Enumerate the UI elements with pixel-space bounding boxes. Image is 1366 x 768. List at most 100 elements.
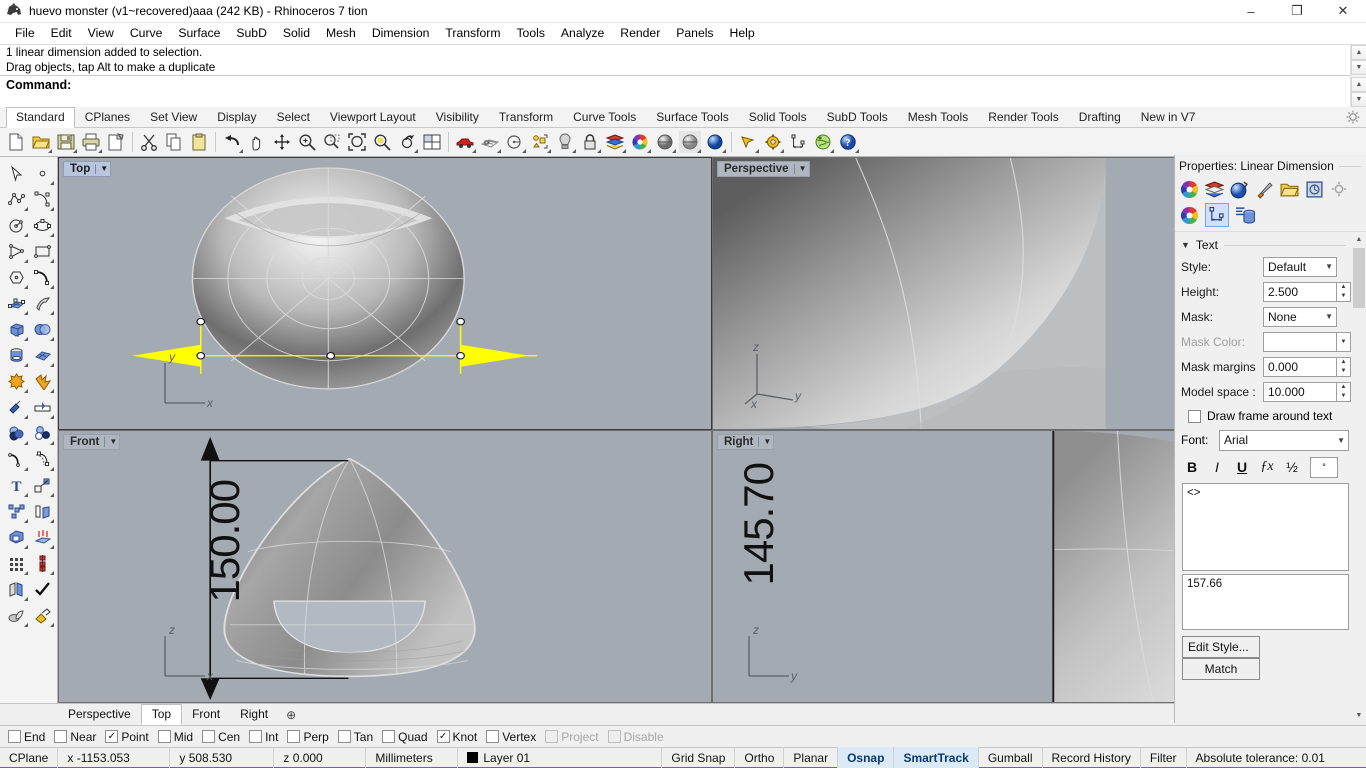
osnap-perp-checkbox[interactable] xyxy=(287,730,301,743)
point-icon[interactable] xyxy=(29,160,55,186)
scroll-up-icon[interactable]: ▲ xyxy=(1352,232,1366,247)
prompt-spin-up-icon[interactable]: ▲ xyxy=(1351,77,1366,92)
font-dropdown[interactable]: Arial ▼ xyxy=(1219,429,1349,451)
zoom-selected-icon[interactable] xyxy=(371,131,393,153)
osnap-tan-checkbox[interactable] xyxy=(337,730,351,743)
menu-file[interactable]: File xyxy=(7,24,43,43)
text-tool-icon[interactable]: T xyxy=(3,472,29,498)
object-snap-icon[interactable] xyxy=(529,131,551,153)
osnap-near[interactable]: Near xyxy=(54,730,96,744)
arc-icon[interactable] xyxy=(29,264,55,290)
toolbar-tab-viewport-layout[interactable]: Viewport Layout xyxy=(320,107,426,127)
mirror-icon[interactable] xyxy=(3,576,29,602)
mask-margins-stepper[interactable]: ▲ ▼ xyxy=(1337,356,1351,377)
toolbar-tab-subd-tools[interactable]: SubD Tools xyxy=(817,107,898,127)
shaded-sphere-icon[interactable] xyxy=(654,131,676,153)
viewport-label-top[interactable]: Top ▼ xyxy=(63,161,112,177)
osnap-cen[interactable]: Cen xyxy=(202,730,240,744)
offset-curve-icon[interactable] xyxy=(3,446,29,472)
toolbar-settings-gear-icon[interactable] xyxy=(1346,110,1360,127)
menu-analyze[interactable]: Analyze xyxy=(553,24,612,43)
render-paint-icon[interactable] xyxy=(29,602,55,628)
folder-icon[interactable] xyxy=(1278,178,1300,200)
sphere-boolean-icon[interactable] xyxy=(29,316,55,342)
menu-curve[interactable]: Curve xyxy=(122,24,171,43)
viewport-label-front[interactable]: Front ▼ xyxy=(63,434,121,450)
dimension-icon[interactable] xyxy=(787,131,809,153)
rendered-sphere-icon[interactable] xyxy=(704,131,726,153)
display-icon[interactable] xyxy=(1303,178,1325,200)
print-icon[interactable] xyxy=(80,131,102,153)
grid-snap-toggle[interactable]: Grid Snap xyxy=(662,746,736,768)
stepper-up-icon[interactable]: ▲ xyxy=(1337,283,1350,292)
scroll-down-icon[interactable]: ▼ xyxy=(1352,708,1366,723)
osnap-int-checkbox[interactable] xyxy=(249,730,263,743)
osnap-quad-checkbox[interactable] xyxy=(382,730,396,743)
layer-cell[interactable]: Layer 01 xyxy=(458,746,663,768)
zoom-window-icon[interactable] xyxy=(321,131,343,153)
boolean-difference-icon[interactable] xyxy=(29,420,55,446)
menu-help[interactable]: Help xyxy=(722,24,763,43)
new-file-icon[interactable] xyxy=(5,131,27,153)
color-wheel-icon[interactable] xyxy=(1178,178,1200,200)
maximize-button[interactable]: ❐ xyxy=(1274,0,1320,23)
units-cell[interactable]: Millimeters xyxy=(366,746,459,768)
close-button[interactable]: ✕ xyxy=(1320,0,1366,23)
array-icon[interactable] xyxy=(3,498,29,524)
mask-color-dropdown[interactable]: ▼ xyxy=(1337,331,1351,352)
arrow-select-icon[interactable] xyxy=(737,131,759,153)
color-wheel-icon[interactable] xyxy=(629,131,651,153)
filter-toggle[interactable]: Filter xyxy=(1141,746,1187,768)
curve-control-points-icon[interactable] xyxy=(29,186,55,212)
fillet-burst-icon[interactable] xyxy=(29,368,55,394)
circle-icon[interactable] xyxy=(3,212,29,238)
command-scrollbar[interactable]: ▲ ▼ ▲ ▼ xyxy=(1350,45,1366,107)
object-list-icon[interactable] xyxy=(1234,204,1256,226)
box-icon[interactable] xyxy=(3,316,29,342)
extrude-icon[interactable] xyxy=(29,498,55,524)
help-icon[interactable]: ? xyxy=(837,131,859,153)
lock-icon[interactable] xyxy=(579,131,601,153)
cylinder-icon[interactable] xyxy=(3,342,29,368)
scroll-down-icon[interactable]: ▼ xyxy=(1351,60,1366,75)
osnap-mid-checkbox[interactable] xyxy=(157,730,171,743)
viewport-tab-perspective[interactable]: Perspective xyxy=(58,705,141,724)
gumball-toggle[interactable]: Gumball xyxy=(979,746,1043,768)
toolbar-tab-transform[interactable]: Transform xyxy=(489,107,563,127)
osnap-knot[interactable]: ✓ Knot xyxy=(436,730,477,744)
stepper-up-icon[interactable]: ▲ xyxy=(1337,383,1350,392)
mask-dropdown[interactable]: None ▼ xyxy=(1263,306,1337,327)
car-render-icon[interactable] xyxy=(454,131,476,153)
scroll-up-icon[interactable]: ▲ xyxy=(1351,45,1366,60)
globe-render-icon[interactable] xyxy=(812,131,834,153)
check-object-icon[interactable] xyxy=(29,576,55,602)
undo-icon[interactable] xyxy=(221,131,243,153)
linear-dimension-icon[interactable] xyxy=(1205,203,1229,227)
mask-margins-input[interactable]: 0.000 xyxy=(1263,356,1337,377)
toolbar-tab-render-tools[interactable]: Render Tools xyxy=(978,107,1069,127)
fraction-button[interactable]: ½ xyxy=(1285,459,1299,475)
chevron-down-icon[interactable]: ▼ xyxy=(1181,240,1190,250)
render-sphere-icon[interactable] xyxy=(1228,178,1250,200)
toolbar-tab-standard[interactable]: Standard xyxy=(6,107,75,128)
viewport-label-perspective[interactable]: Perspective ▼ xyxy=(717,161,810,177)
layer-material-icon[interactable] xyxy=(1203,178,1225,200)
open-folder-icon[interactable] xyxy=(30,131,52,153)
osnap-quad[interactable]: Quad xyxy=(382,730,428,744)
properties-scrollbar[interactable]: ▲ ▼ xyxy=(1352,232,1366,723)
menu-edit[interactable]: Edit xyxy=(43,24,80,43)
toolbar-tab-curve-tools[interactable]: Curve Tools xyxy=(563,107,646,127)
polyline-icon[interactable] xyxy=(3,186,29,212)
toolbar-tab-display[interactable]: Display xyxy=(207,107,266,127)
menu-transform[interactable]: Transform xyxy=(437,24,508,43)
model-space-stepper[interactable]: ▲ ▼ xyxy=(1337,381,1351,402)
rectangular-array-icon[interactable] xyxy=(3,550,29,576)
menu-render[interactable]: Render xyxy=(612,24,668,43)
toolbar-tab-visibility[interactable]: Visibility xyxy=(426,107,489,127)
osnap-mid[interactable]: Mid xyxy=(157,730,193,744)
mesh-plane-icon[interactable] xyxy=(29,342,55,368)
circle-center-icon[interactable] xyxy=(504,131,526,153)
osnap-end-checkbox[interactable] xyxy=(8,730,21,743)
polygon-triangle-icon[interactable] xyxy=(3,238,29,264)
grid-plane-icon[interactable] xyxy=(479,131,501,153)
